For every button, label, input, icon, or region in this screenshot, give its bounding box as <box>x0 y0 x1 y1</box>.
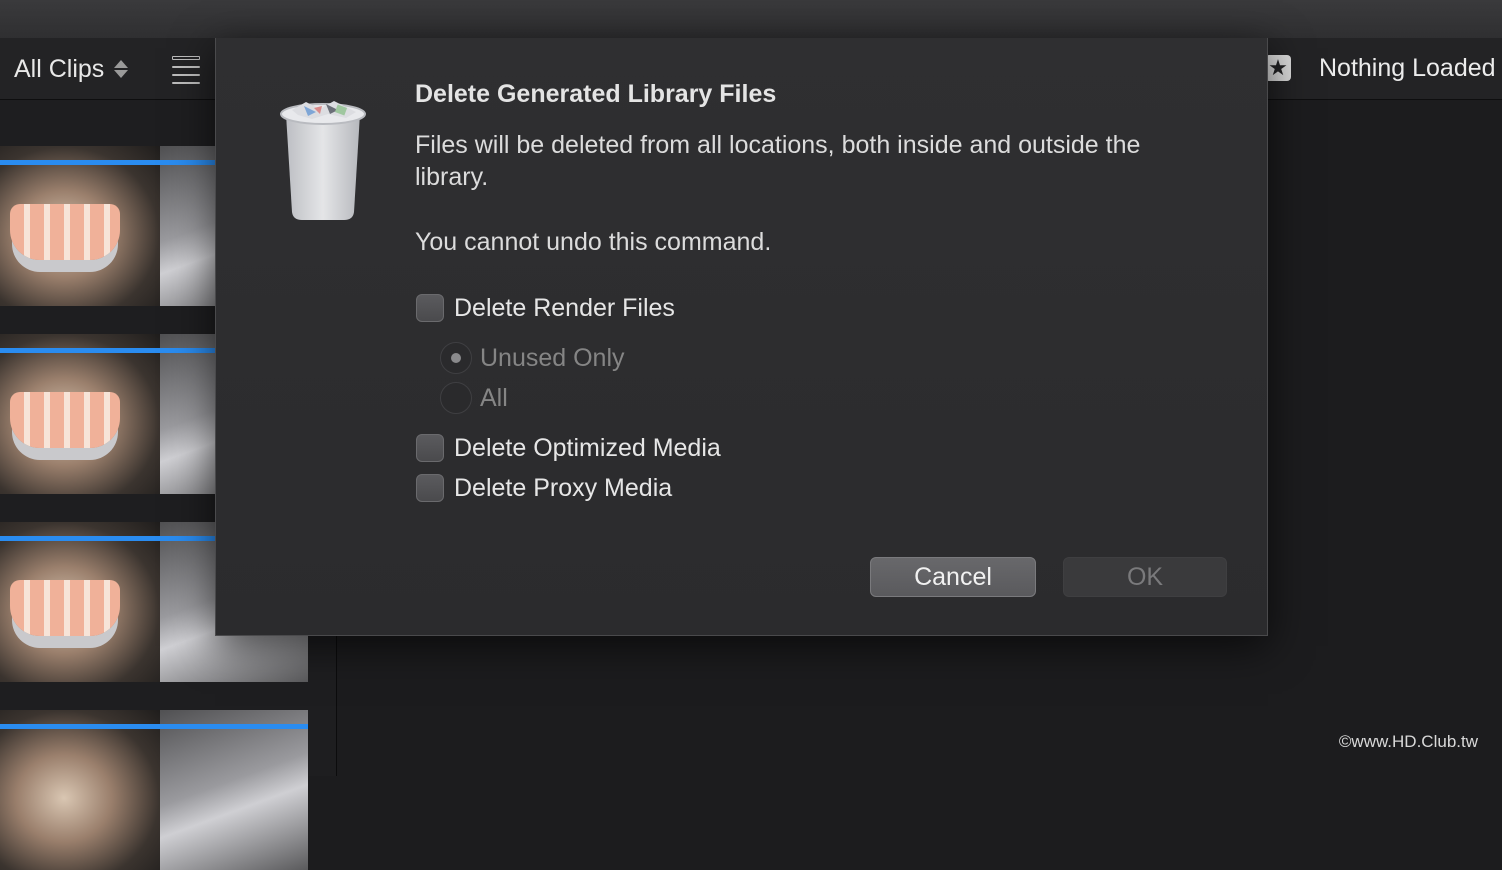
dialog-title: Delete Generated Library Files <box>415 80 776 109</box>
cancel-button[interactable]: Cancel <box>870 557 1036 597</box>
delete-optimized-media-checkbox[interactable]: Delete Optimized Media <box>416 433 721 463</box>
list-view-icon[interactable] <box>172 56 200 84</box>
checkbox-box[interactable] <box>416 474 444 502</box>
unused-only-radio[interactable]: Unused Only <box>440 341 625 375</box>
clip-image <box>10 204 120 260</box>
watermark: ©www.HD.Club.tw <box>1339 732 1478 752</box>
delete-render-files-checkbox[interactable]: Delete Render Files <box>416 293 675 323</box>
window-titlebar <box>0 0 1502 38</box>
checkbox-box[interactable] <box>416 434 444 462</box>
star-icon[interactable]: ★ <box>1265 55 1291 81</box>
delete-proxy-media-checkbox[interactable]: Delete Proxy Media <box>416 473 672 503</box>
clip-image <box>10 580 120 636</box>
trash-icon <box>276 100 370 222</box>
radio-button[interactable] <box>440 382 472 414</box>
checkbox-box[interactable] <box>416 294 444 322</box>
ok-button[interactable]: OK <box>1063 557 1227 597</box>
clips-filter-label: All Clips <box>14 55 104 84</box>
all-radio[interactable]: All <box>440 381 508 415</box>
updown-chevron-icon <box>114 60 128 78</box>
checkbox-label: Delete Proxy Media <box>454 474 672 503</box>
clip-image <box>10 392 120 448</box>
clip-frame <box>160 710 308 870</box>
radio-label: Unused Only <box>480 344 625 373</box>
dialog-warning: You cannot undo this command. <box>415 226 1195 258</box>
clip-thumbnail[interactable] <box>0 710 308 870</box>
checkbox-label: Delete Render Files <box>454 294 675 323</box>
dialog-message: Files will be deleted from all locations… <box>415 129 1195 193</box>
delete-generated-files-dialog: Delete Generated Library Files Files wil… <box>215 38 1268 636</box>
viewer-title: Nothing Loaded <box>1319 54 1496 83</box>
checkbox-label: Delete Optimized Media <box>454 434 721 463</box>
clip-range-bar <box>0 724 308 729</box>
clip-frame <box>0 710 160 870</box>
clips-filter-popup[interactable]: All Clips <box>14 52 128 86</box>
radio-label: All <box>480 384 508 413</box>
radio-button-selected[interactable] <box>440 342 472 374</box>
